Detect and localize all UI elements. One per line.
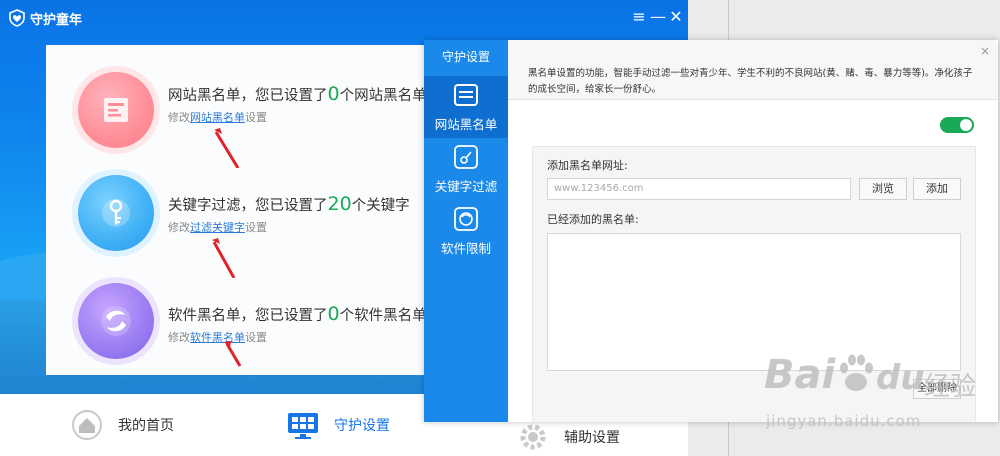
gear-icon [520, 424, 546, 450]
nav-home[interactable]: 我的首页 [70, 394, 174, 456]
software-limit-icon [454, 207, 478, 231]
browse-button[interactable]: 浏览 [859, 178, 907, 200]
status-card: 网站黑名单，您已设置了0个网站黑名单 修改网站黑名单设置 关键字过滤，您已设置了… [46, 45, 438, 375]
add-url-label: 添加黑名单网址: [547, 159, 628, 172]
shield-heart-icon [9, 9, 25, 27]
toggle-knob [960, 119, 972, 131]
nav-home-label: 我的首页 [118, 418, 174, 434]
feature-description: 黑名单设置的功能，智能手动过滤一些对青少年、学生不利的不良网站(黄、赌、毒、暴力… [528, 68, 973, 95]
sub-prefix: 修改 [168, 111, 190, 124]
dialog-header: 守护设置 [441, 50, 490, 64]
blacklist-list-label: 已经添加的黑名单: [547, 213, 639, 226]
row-title-suffix: 个网站黑名单 [339, 88, 427, 104]
blacklist-count: 0 [327, 83, 340, 105]
row-title-text: 关键字过滤，您已设置了 [168, 198, 328, 214]
row-title: 软件黑名单，您已设置了0个软件黑名单 [168, 303, 427, 325]
row-title-suffix: 个软件黑名单 [339, 308, 427, 324]
app-title: 守护童年 [30, 13, 83, 28]
filter-keyword-link[interactable]: 过滤关键字 [190, 221, 245, 234]
nav-guard-label: 守护设置 [334, 418, 390, 434]
row-subtitle: 修改网站黑名单设置 [168, 109, 267, 125]
blacklist-list[interactable] [547, 233, 961, 371]
row-subtitle: 修改软件黑名单设置 [168, 329, 267, 345]
row-title: 网站黑名单，您已设置了0个网站黑名单 [168, 83, 427, 105]
sub-suffix: 设置 [245, 331, 267, 344]
dialog-close-button[interactable]: × [980, 44, 990, 58]
close-button[interactable]: ✕ [667, 8, 685, 26]
document-icon [78, 72, 154, 148]
row-title-text: 软件黑名单，您已设置了 [168, 308, 328, 324]
home-icon [72, 410, 102, 440]
blacklist-panel: 添加黑名单网址: www.123456.com 浏览 添加 已经添加的黑名单: … [532, 146, 976, 422]
annotation-arrow-icon [212, 238, 236, 278]
sub-suffix: 设置 [245, 111, 267, 124]
sidebar-item-label: 关键字过滤 [434, 179, 498, 194]
key-icon [78, 175, 154, 251]
keyword-count: 20 [327, 193, 352, 215]
blacklist-toggle[interactable] [940, 117, 974, 133]
dialog-sidebar: 守护设置 网站黑名单 关键字过滤 软件限制 [424, 40, 508, 422]
sidebar-item-keyword-filter[interactable]: 关键字过滤 [424, 138, 508, 200]
add-button[interactable]: 添加 [913, 178, 961, 200]
row-title-text: 网站黑名单，您已设置了 [168, 88, 328, 104]
sub-suffix: 设置 [245, 221, 267, 234]
annotation-arrow-icon [214, 128, 240, 168]
sub-prefix: 修改 [168, 331, 190, 344]
sidebar-item-software-limit[interactable]: 软件限制 [424, 200, 508, 262]
delete-all-button[interactable]: 全部删除 [913, 379, 961, 399]
filter-key-icon [454, 145, 478, 169]
sidebar-item-label: 软件限制 [440, 241, 491, 256]
guard-settings-dialog: 守护设置 网站黑名单 关键字过滤 软件限制 × 黑名单设置的功能，智能手动过滤一… [424, 40, 998, 422]
sidebar-item-website-blacklist[interactable]: 网站黑名单 [424, 76, 508, 138]
monitor-icon [288, 413, 318, 439]
minimize-button[interactable]: — [649, 8, 667, 26]
software-count: 0 [327, 303, 340, 325]
title-bar: 守护童年 ≡ — ✕ [0, 0, 688, 36]
sidebar-item-label: 网站黑名单 [434, 117, 498, 132]
website-blacklist-link[interactable]: 网站黑名单 [190, 111, 245, 124]
software-swirl-icon [78, 283, 154, 359]
row-subtitle: 修改过滤关键字设置 [168, 219, 267, 235]
nav-guard-settings[interactable]: 守护设置 [286, 394, 390, 456]
nav-assist-label: 辅助设置 [564, 430, 620, 446]
dialog-content: × 黑名单设置的功能，智能手动过滤一些对青少年、学生不利的不良网站(黄、赌、毒、… [508, 40, 998, 422]
row-title: 关键字过滤，您已设置了20个关键字 [168, 193, 410, 215]
row-title-suffix: 个关键字 [351, 198, 410, 214]
website-list-icon [454, 84, 478, 106]
menu-icon[interactable]: ≡ [630, 8, 648, 26]
url-input[interactable]: www.123456.com [547, 178, 851, 200]
annotation-arrow-icon [224, 341, 242, 367]
description-area: × 黑名单设置的功能，智能手动过滤一些对青少年、学生不利的不良网站(黄、赌、毒、… [508, 40, 998, 100]
sub-prefix: 修改 [168, 221, 190, 234]
